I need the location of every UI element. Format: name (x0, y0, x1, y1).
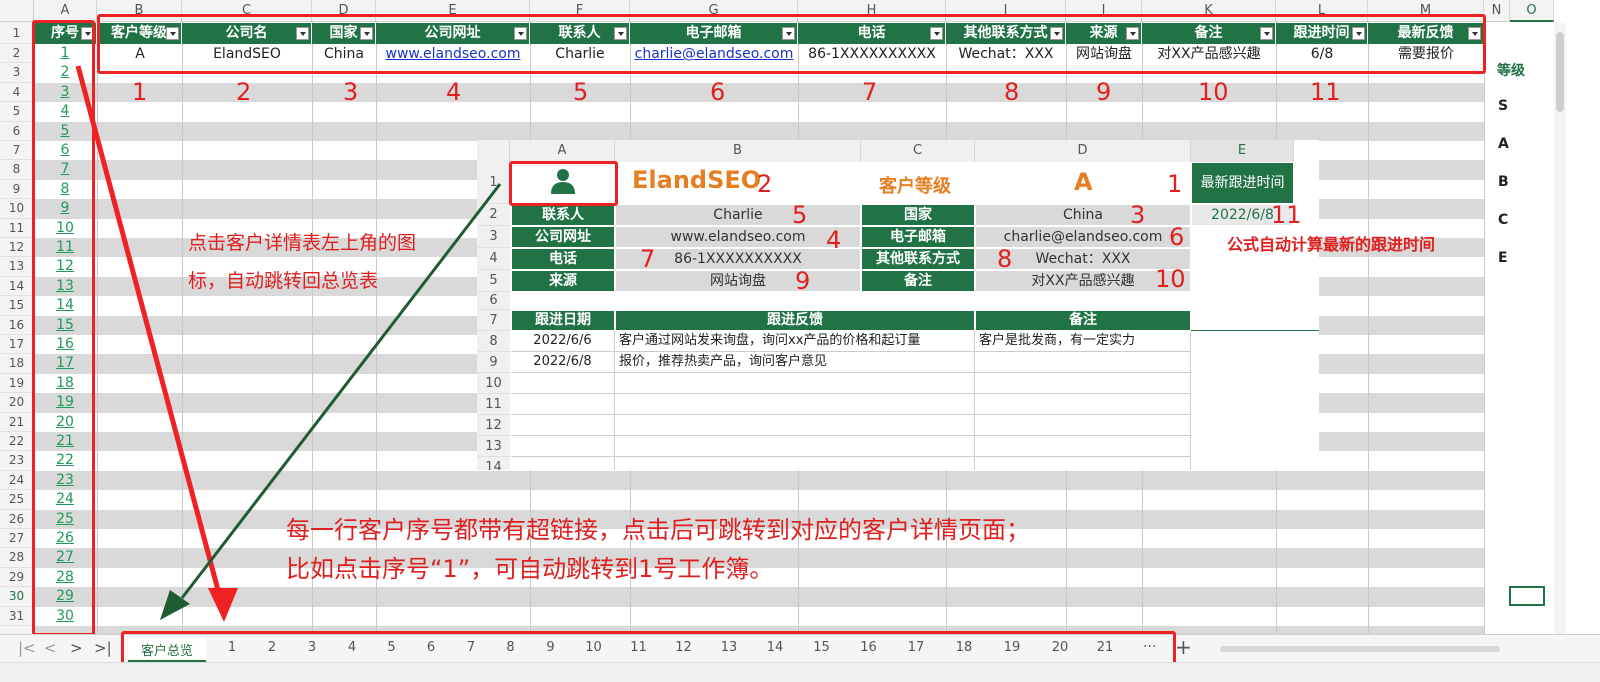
prev-sheet-icon[interactable]: < (44, 639, 57, 657)
scroll-right-icon[interactable] (1520, 641, 1540, 655)
annotation-arrows (75, 65, 502, 622)
add-sheet-button[interactable]: + (1175, 635, 1192, 659)
red-arrow-head (208, 588, 238, 622)
red-arrow-shaft (75, 65, 225, 606)
next-sheet-icon[interactable]: > (70, 639, 83, 657)
first-sheet-icon[interactable]: |< (18, 639, 36, 657)
status-bar (0, 662, 1600, 682)
green-arrow-shaft (180, 183, 502, 599)
last-sheet-icon[interactable]: >| (94, 639, 112, 657)
vertical-scrollbar[interactable] (1554, 22, 1566, 634)
horizontal-scrollbar[interactable] (1220, 646, 1500, 652)
